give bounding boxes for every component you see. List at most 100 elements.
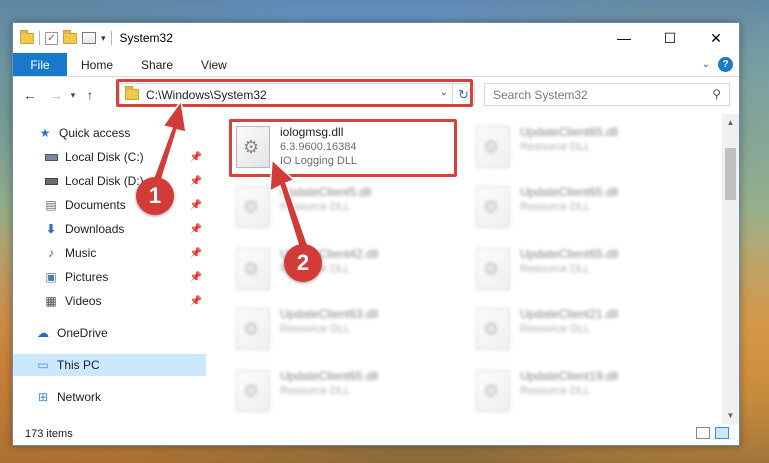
vertical-scrollbar[interactable]: ▲ ▼ — [722, 114, 739, 424]
tab-home[interactable]: Home — [67, 53, 127, 76]
pin-icon: 📌 — [189, 271, 202, 283]
tab-view[interactable]: View — [187, 53, 241, 76]
window-title: System32 — [119, 31, 173, 45]
file-highlight-box — [229, 119, 457, 177]
sidebar-item-quick-access[interactable]: ★ Quick access — [13, 122, 206, 144]
scrollbar-thumb[interactable] — [725, 148, 736, 200]
documents-icon: ▤ — [45, 198, 57, 212]
sidebar-item-label: Local Disk (C:) — [65, 150, 144, 164]
file-description: Resource DLL — [520, 263, 591, 275]
pin-icon: 📌 — [189, 151, 202, 163]
pin-icon: 📌 — [189, 199, 202, 211]
file-tile[interactable]: UpdateClient5.dll Resource DLL — [236, 182, 466, 238]
sidebar-item-videos[interactable]: ▦ Videos 📌 — [13, 290, 206, 312]
sidebar-item-onedrive[interactable]: ☁ OneDrive — [13, 322, 206, 344]
scroll-down-icon[interactable]: ▼ — [722, 407, 739, 424]
computer-icon: ▭ — [37, 358, 49, 372]
step-badge-2: 2 — [284, 244, 322, 282]
sidebar-item-label: Videos — [65, 294, 102, 308]
up-arrow-icon[interactable]: ↑ — [79, 87, 101, 103]
new-folder-icon[interactable] — [63, 29, 77, 44]
sidebar-item-label: Pictures — [65, 270, 109, 284]
file-tile[interactable]: UpdateClient42.dllResource DLL — [236, 244, 466, 300]
close-button[interactable]: ✕ — [693, 23, 739, 53]
item-count: 173 items — [25, 428, 73, 440]
pin-icon: 📌 — [189, 223, 202, 235]
file-description: Resource DLL — [280, 323, 351, 335]
dll-file-icon — [476, 186, 510, 228]
drive-icon — [43, 150, 59, 164]
file-name: UpdateClient5.dll — [280, 185, 372, 199]
window-controls: — ☐ ✕ — [601, 23, 739, 53]
large-icons-view-icon[interactable] — [715, 427, 729, 439]
properties-check-icon[interactable]: ✓ — [45, 31, 58, 45]
search-placeholder: Search System32 — [493, 87, 588, 102]
star-icon: ★ — [39, 126, 51, 140]
divider — [110, 31, 112, 45]
tab-share[interactable]: Share — [127, 53, 187, 76]
search-input[interactable]: Search System32 ⚲ — [484, 83, 730, 106]
title-bar: ✓ ▾ System32 — ☐ ✕ — [13, 23, 739, 53]
file-description: Resource DLL — [280, 201, 351, 213]
file-name: UpdateClient19.dll — [520, 369, 619, 383]
file-tile[interactable]: UpdateClient65.dll Resource DLL — [476, 182, 706, 238]
sidebar-item-downloads[interactable]: ⬇ Downloads 📌 — [13, 218, 206, 240]
forward-arrow-icon[interactable]: → — [45, 87, 67, 103]
expand-ribbon-icon[interactable]: ⌄ — [702, 59, 710, 70]
file-name: UpdateClient65.dll — [520, 247, 619, 261]
sidebar-item-local-disk-c[interactable]: Local Disk (C:) 📌 — [13, 146, 206, 168]
recent-locations-icon[interactable]: ▾ — [67, 90, 79, 101]
sidebar-item-this-pc[interactable]: ▭ This PC — [13, 354, 206, 376]
address-highlight-box — [116, 79, 473, 107]
music-icon: ♪ — [48, 246, 54, 260]
folder-icon — [20, 29, 34, 44]
file-tile[interactable]: UpdateClient19.dll Resource DLL — [476, 366, 706, 422]
sidebar-item-network[interactable]: ⊞ Network — [13, 386, 206, 408]
tab-file[interactable]: File — [13, 53, 67, 76]
status-bar: 173 items — [13, 423, 739, 445]
details-view-icon[interactable] — [696, 427, 710, 439]
file-tile[interactable]: UpdateClient63.dll Resource DLL — [236, 304, 466, 360]
file-tile[interactable]: UpdateClient65.dll Resource DLL — [476, 244, 706, 300]
back-arrow-icon[interactable]: ← — [19, 87, 41, 103]
file-name: UpdateClient65.dll — [520, 125, 619, 139]
divider — [39, 31, 40, 45]
sidebar-item-music[interactable]: ♪ Music 📌 — [13, 242, 206, 264]
sidebar-item-pictures[interactable]: ▣ Pictures 📌 — [13, 266, 206, 288]
videos-icon: ▦ — [45, 294, 57, 308]
help-icon[interactable]: ? — [718, 57, 733, 72]
file-description: Resource DLL — [520, 323, 591, 335]
sidebar-item-label: Local Disk (D:) — [65, 174, 144, 188]
dll-file-icon — [236, 186, 270, 228]
sidebar-item-label: Quick access — [59, 126, 131, 140]
sidebar-item-label: Network — [57, 390, 102, 404]
file-tile[interactable]: UpdateClient21.dll Resource DLL — [476, 304, 706, 360]
dll-file-icon — [236, 308, 270, 350]
cloud-icon: ☁ — [37, 326, 49, 340]
search-icon[interactable]: ⚲ — [712, 87, 721, 101]
sidebar-item-local-disk-d[interactable]: Local Disk (D:) 📌 — [13, 170, 206, 192]
dll-file-icon — [476, 126, 510, 168]
maximize-button[interactable]: ☐ — [647, 23, 693, 53]
file-description: Resource DLL — [520, 385, 591, 397]
file-tile[interactable]: UpdateClient65.dll Resource DLL — [476, 122, 706, 178]
quick-access-toolbar: ✓ ▾ — [13, 29, 112, 45]
scroll-up-icon[interactable]: ▲ — [722, 114, 739, 131]
sidebar-item-documents[interactable]: ▤ Documents 📌 — [13, 194, 206, 216]
pictures-icon: ▣ — [45, 270, 57, 284]
download-icon: ⬇ — [45, 222, 57, 236]
customize-toolbar-icon[interactable]: ▾ — [101, 33, 106, 44]
view-properties-icon[interactable] — [82, 32, 96, 44]
file-description: Resource DLL — [520, 141, 591, 153]
pin-icon: 📌 — [189, 247, 202, 259]
pin-icon: 📌 — [189, 295, 202, 307]
file-description: Resource DLL — [520, 201, 591, 213]
file-tile[interactable]: UpdateClient65.dll Resource DLL — [236, 366, 466, 422]
dll-file-icon — [236, 370, 270, 412]
dll-file-icon — [236, 248, 270, 290]
sidebar-item-label: Downloads — [65, 222, 125, 236]
ribbon-tabs: File Home Share View ⌄ ? — [13, 53, 739, 77]
minimize-button[interactable]: — — [601, 23, 647, 53]
dll-file-icon — [476, 370, 510, 412]
network-icon: ⊞ — [37, 390, 49, 404]
